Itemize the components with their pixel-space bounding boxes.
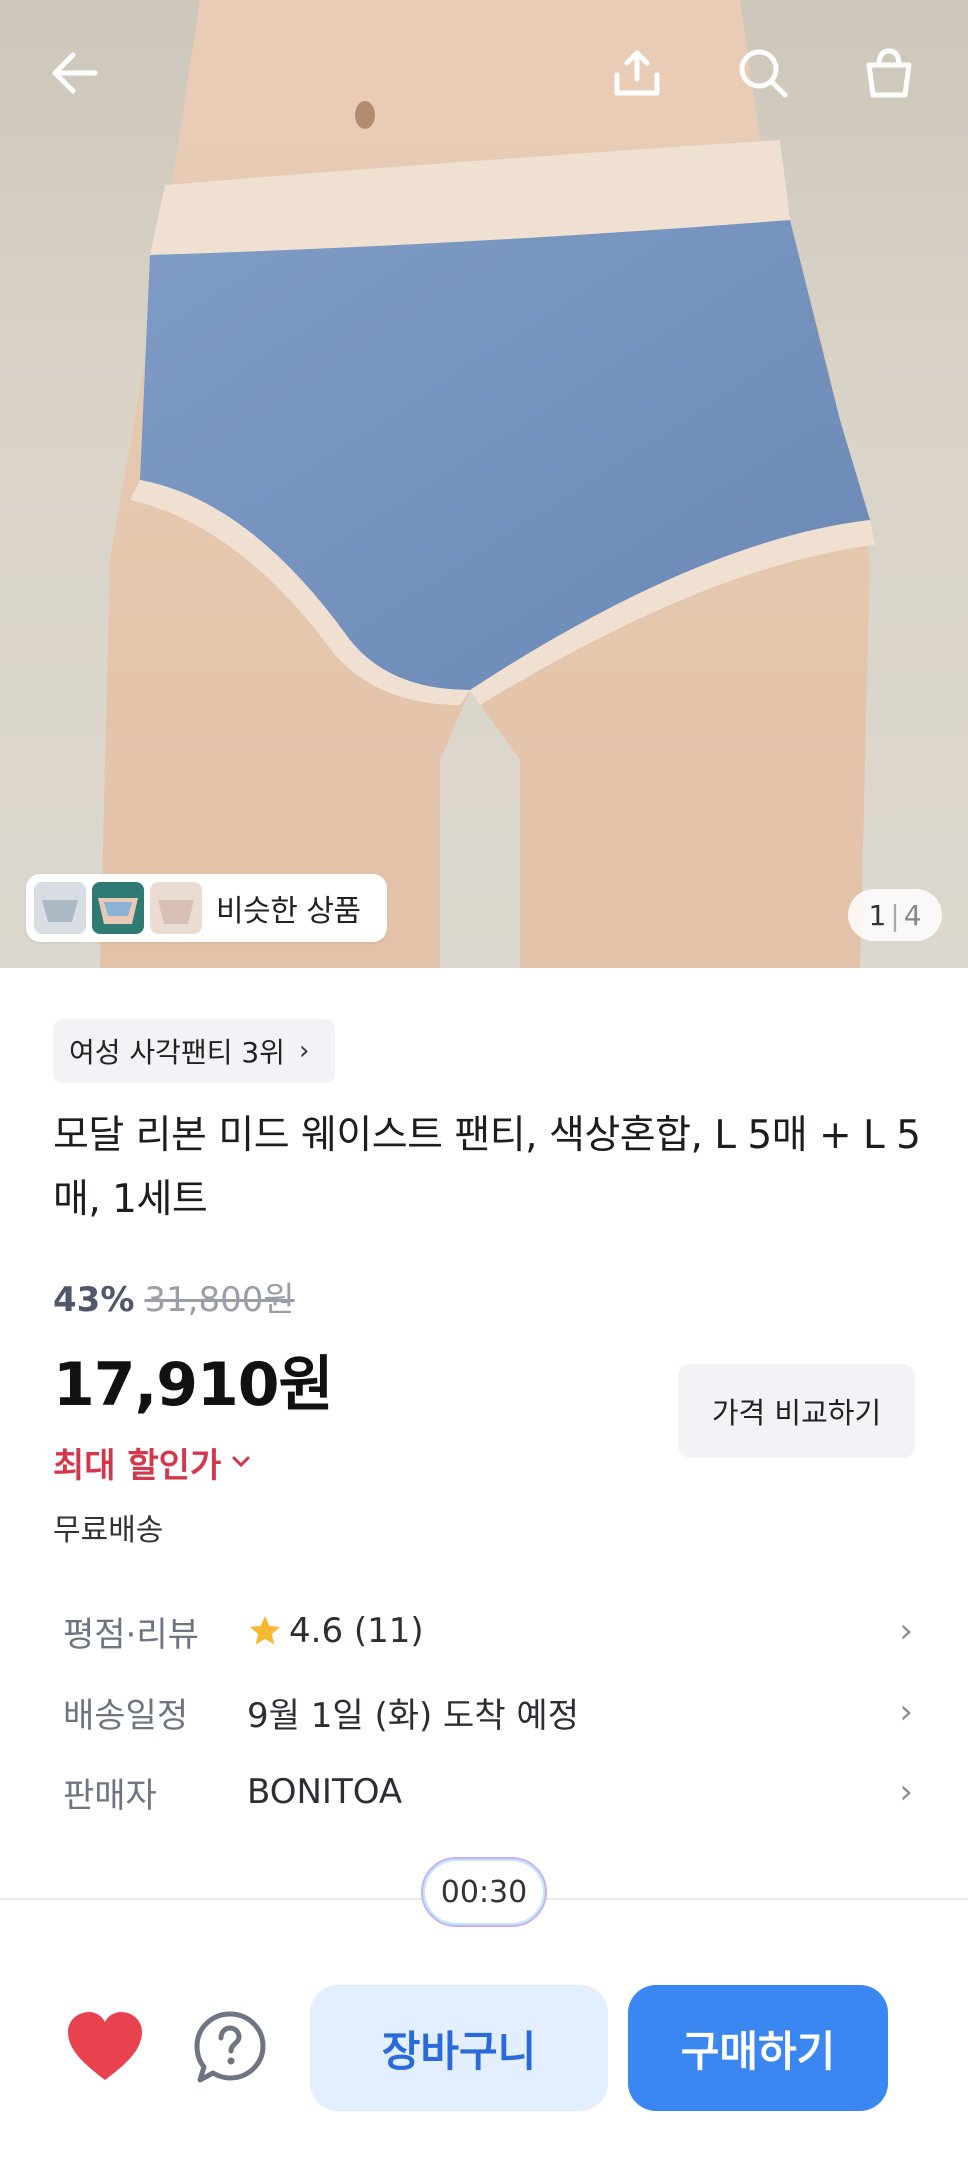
product-title: 모달 리본 미드 웨이스트 팬티, 색상혼합, L 5매 + L 5매, 1세트 [53,1113,921,1222]
favorite-button[interactable] [64,2010,146,2084]
similar-products-label: 비슷한 상품 [216,894,361,929]
arrow-left-icon [52,52,98,94]
star-icon [250,1616,280,1645]
share-button[interactable] [592,28,682,118]
product-image-gallery[interactable]: 비슷한 상품 1 | 4 [0,0,968,968]
question-bubble-icon [194,2011,266,2083]
chevron-right-icon: › [899,1611,913,1651]
rank-label: 여성 사각팬티 3위 [69,1036,285,1069]
seller-value: BONITOA [247,1772,403,1812]
inquiry-button[interactable] [190,2008,270,2088]
pager-current: 1 [868,898,887,932]
chevron-right-icon: › [298,1036,310,1066]
seller-row[interactable]: 판매자 BONITOA › [63,1762,913,1822]
add-to-cart-button[interactable]: 장바구니 [310,1985,608,2111]
info-key: 판매자 [63,1775,157,1816]
image-pager: 1 | 4 [848,889,942,941]
info-key: 배송일정 [63,1695,189,1736]
similar-thumbnail [150,882,202,934]
price-compare-button[interactable]: 가격 비교하기 [678,1364,915,1458]
share-upload-icon [614,50,660,96]
delivery-schedule-row[interactable]: 배송일정 9월 1일 (화) 도착 예정 › [63,1682,913,1742]
pager-total: 4 [903,898,922,932]
rating-review-row[interactable]: 평점·리뷰 4.6 (11) › [63,1601,913,1661]
similar-products-button[interactable]: 비슷한 상품 [26,874,387,942]
search-button[interactable] [718,28,808,118]
heart-icon [68,2012,142,2080]
sale-price: 17,910원 [53,1350,334,1420]
info-key: 평점·리뷰 [63,1614,199,1655]
shopping-bag-icon [866,48,912,98]
max-discount-label: 최대 할인가 [53,1446,222,1486]
chevron-down-icon [231,1450,251,1475]
search-icon [739,49,788,98]
category-rank-chip[interactable]: 여성 사각팬티 3위 › [53,1019,336,1083]
chevron-right-icon: › [899,1772,913,1812]
chevron-right-icon: › [899,1692,913,1732]
similar-thumbnail [34,882,86,934]
pager-separator: | [890,898,900,932]
shipping-label: 무료배송 [53,1513,164,1548]
cart-button[interactable] [844,28,934,118]
delivery-value: 9월 1일 (화) 도착 예정 [247,1695,579,1736]
max-discount-toggle[interactable]: 최대 할인가 [53,1438,251,1487]
similar-thumbnail [92,882,144,934]
rating-value: 4.6 (11) [289,1611,424,1651]
timer-badge: 00:30 [421,1857,547,1927]
discount-row: 43% 31,800원 [53,1272,295,1321]
buy-now-button[interactable]: 구매하기 [628,1985,888,2111]
product-photo [100,0,875,968]
original-price: 31,800원 [144,1280,295,1320]
back-button[interactable] [30,28,120,118]
discount-percent: 43% [53,1280,135,1320]
